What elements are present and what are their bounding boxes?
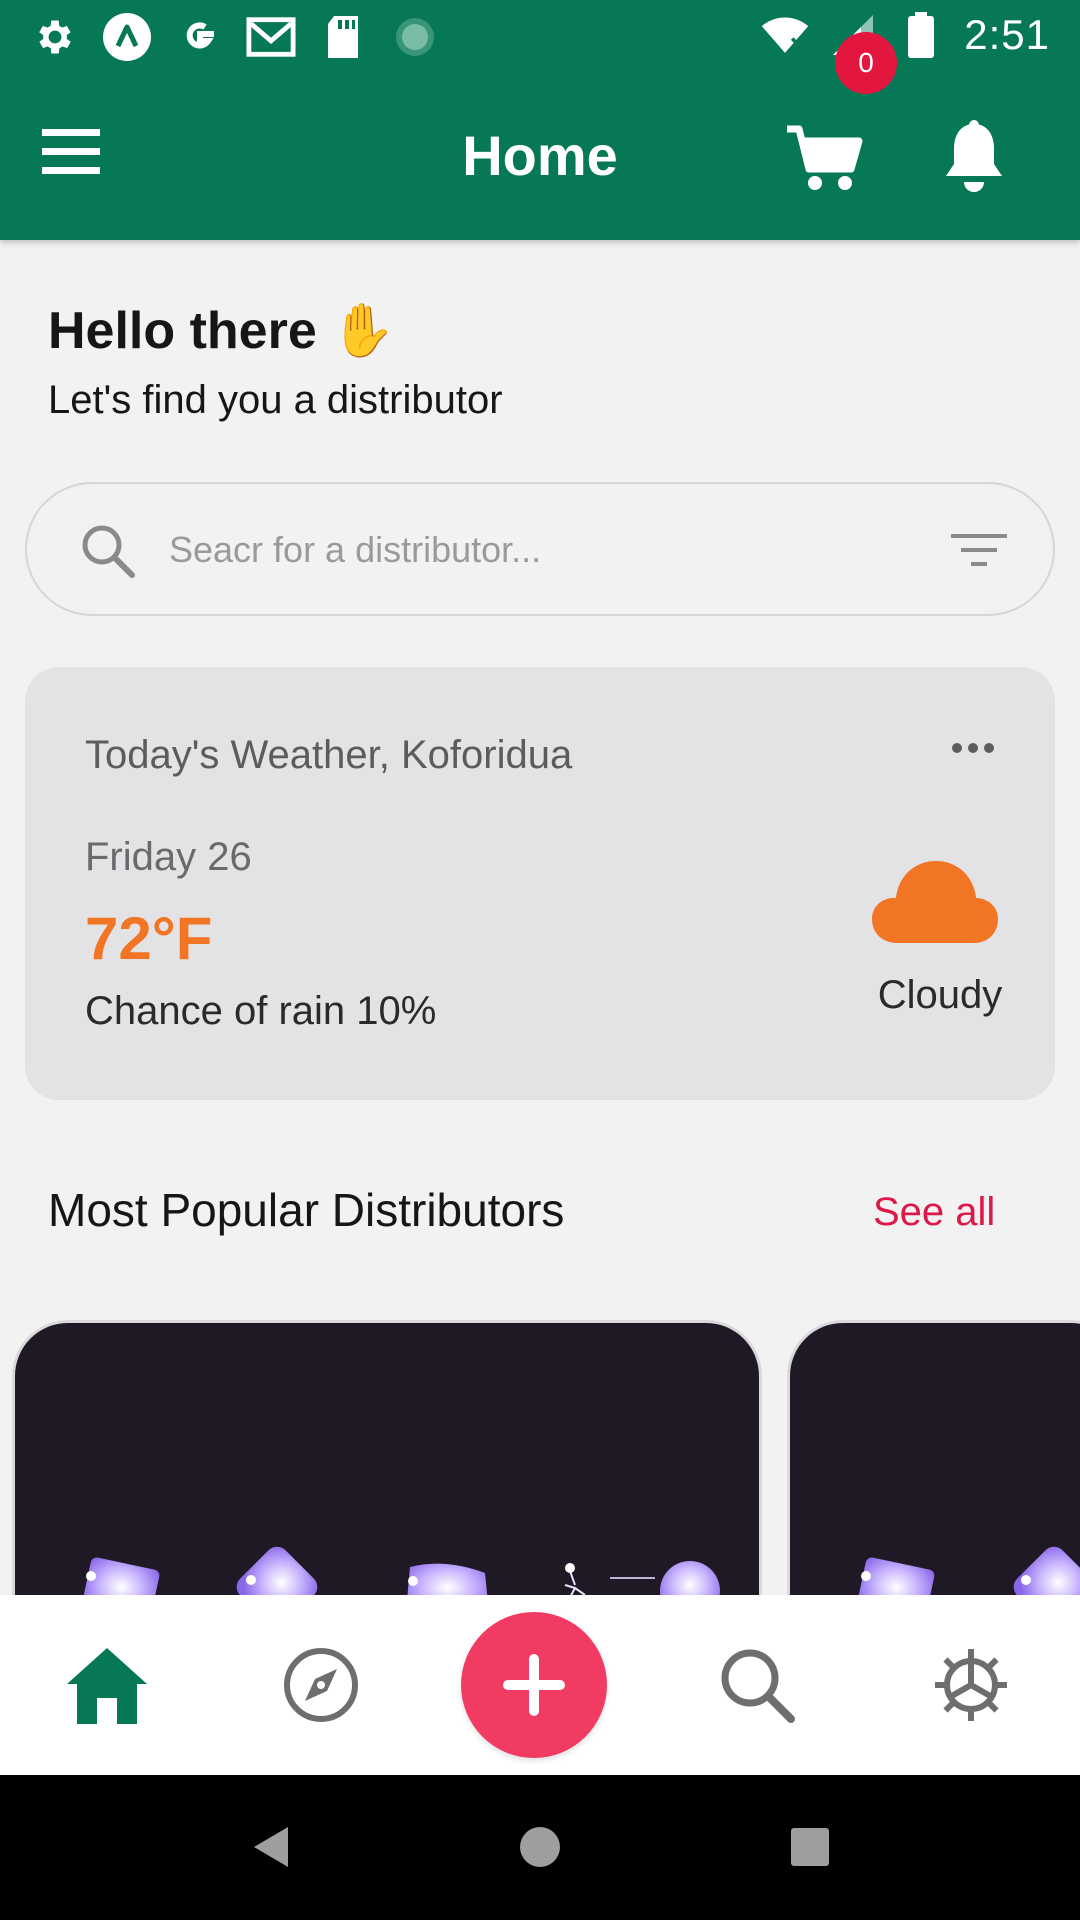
loading-icon: [390, 12, 440, 62]
add-button[interactable]: [461, 1612, 607, 1758]
filter-icon[interactable]: [947, 526, 1011, 576]
weather-day: Friday 26: [85, 835, 252, 879]
cloud-icon: [870, 857, 1010, 957]
add-icon: [503, 1654, 565, 1716]
sd-card-icon: [318, 12, 368, 62]
system-navigation: [0, 1775, 1080, 1920]
wifi-icon: [760, 10, 810, 60]
greeting-title: Hello there ✋: [48, 300, 395, 361]
see-all-link[interactable]: See all: [873, 1190, 995, 1235]
gmail-icon: [246, 12, 296, 62]
cart-icon[interactable]: [785, 123, 875, 203]
search-nav-icon[interactable]: [712, 1640, 802, 1730]
greeting-subtitle: Let's find you a distributor: [48, 378, 503, 422]
weather-card[interactable]: Today's Weather, Koforidua Friday 26 72°…: [25, 667, 1055, 1100]
greeting-text: Hello there: [48, 301, 317, 360]
search-input[interactable]: [169, 514, 929, 586]
page-title: Home: [462, 124, 618, 187]
weather-temperature: 72°F: [85, 905, 213, 972]
weather-condition: Cloudy: [877, 973, 1003, 1017]
home-icon[interactable]: [62, 1640, 152, 1730]
bottom-navigation: [0, 1595, 1080, 1775]
search-bar[interactable]: [25, 482, 1055, 616]
status-time: 2:51: [964, 11, 1050, 58]
app-bar: Home: [0, 75, 1080, 240]
home-system-icon[interactable]: [510, 1817, 570, 1877]
section-title: Most Popular Distributors: [48, 1184, 565, 1236]
google-icon: [174, 12, 224, 62]
explore-icon[interactable]: [276, 1640, 366, 1730]
settings-icon: [30, 12, 80, 62]
app-a-icon: [102, 12, 152, 62]
recents-icon[interactable]: [780, 1817, 840, 1877]
search-icon: [79, 522, 137, 580]
back-icon[interactable]: [240, 1817, 300, 1877]
more-icon[interactable]: [943, 733, 1003, 763]
weather-location: Today's Weather, Koforidua: [85, 733, 573, 777]
status-bar: 2:51: [0, 0, 1080, 75]
cart-count-badge: 0: [835, 32, 897, 94]
bell-icon[interactable]: [942, 120, 1012, 200]
weather-rain-chance: Chance of rain 10%: [85, 989, 437, 1033]
wave-emoji: ✋: [330, 302, 396, 360]
battery-icon: [896, 10, 946, 60]
settings-nav-icon[interactable]: [926, 1640, 1016, 1730]
